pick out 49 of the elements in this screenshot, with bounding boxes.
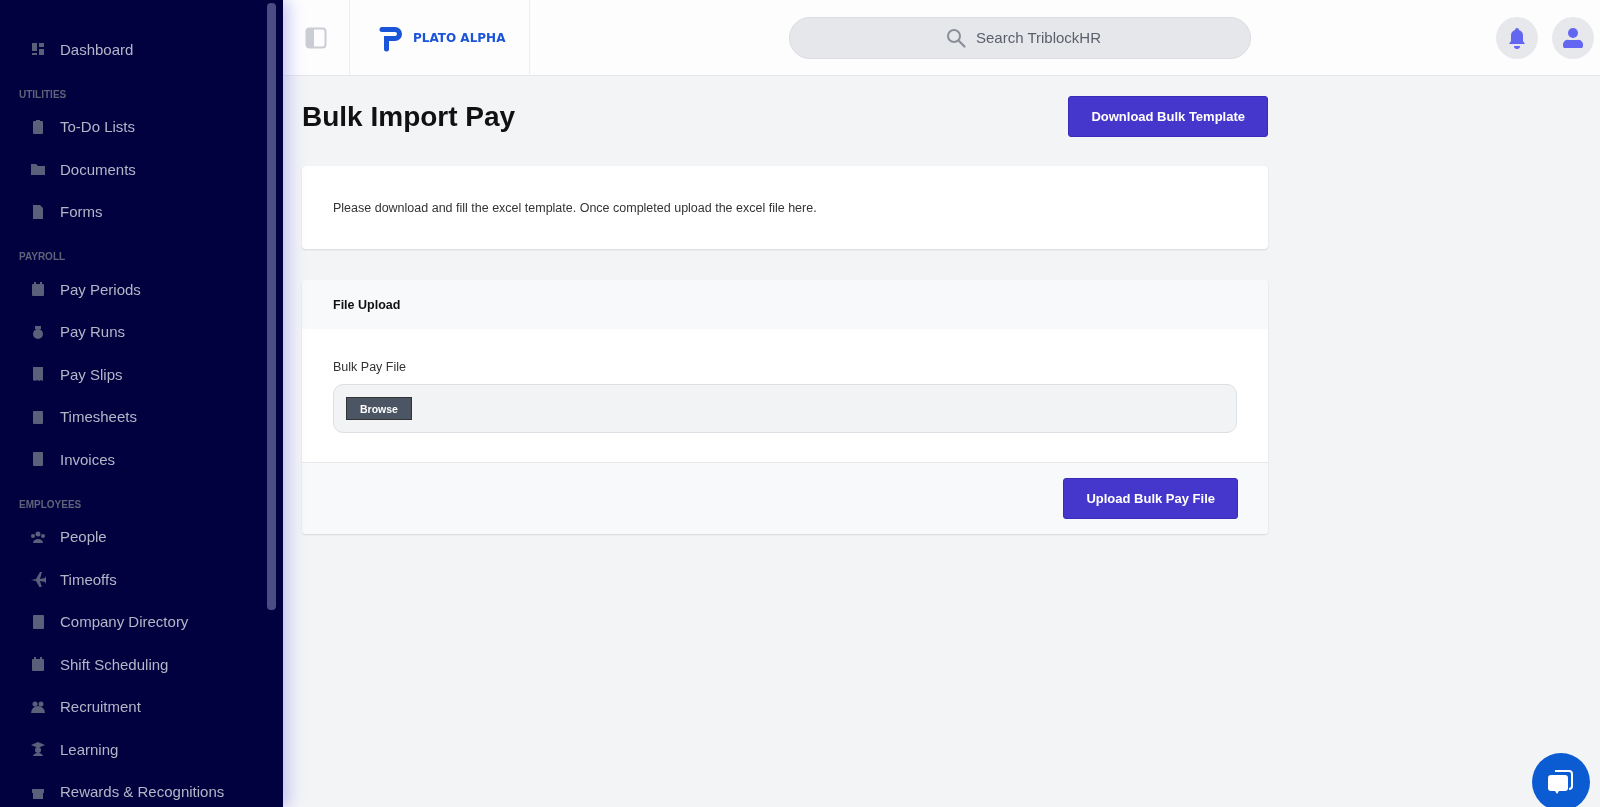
section-heading: UTILITIES bbox=[18, 87, 68, 102]
profile-button[interactable] bbox=[1552, 16, 1594, 59]
menu-item-icon bbox=[30, 451, 46, 468]
chat-button[interactable] bbox=[1532, 753, 1590, 807]
menu-item-icon bbox=[30, 161, 46, 178]
field-label: Bulk Pay File bbox=[333, 360, 407, 374]
sidebar-item[interactable]: Timeoffs bbox=[0, 558, 283, 601]
section-heading: PAYROLL bbox=[18, 250, 67, 264]
file-input-field[interactable]: Browse bbox=[333, 384, 1237, 433]
menu-item-icon bbox=[30, 613, 46, 630]
menu-item-icon bbox=[30, 366, 46, 383]
menu-item-icon bbox=[30, 741, 46, 758]
sidebar-item[interactable]: Timesheets bbox=[0, 395, 283, 438]
section-heading: EMPLOYEES bbox=[18, 497, 83, 512]
download-template-button[interactable]: Download Bulk Template bbox=[1068, 96, 1268, 137]
menu-item-icon bbox=[30, 118, 46, 135]
sidebar-item[interactable]: Forms bbox=[0, 190, 283, 233]
sidebar-item[interactable]: Recruitment bbox=[0, 685, 283, 728]
sidebar-item[interactable]: Documents bbox=[0, 148, 283, 191]
logo-text: PLATO ALPHA bbox=[413, 30, 506, 45]
sidebar-item[interactable]: Pay Runs bbox=[0, 310, 283, 353]
card-title: File Upload bbox=[333, 297, 401, 312]
menu-item-icon bbox=[30, 281, 46, 298]
sidebar-item[interactable]: Dashboard bbox=[0, 28, 283, 71]
notifications-button[interactable] bbox=[1496, 16, 1538, 59]
sidebar-item[interactable]: Shift Scheduling bbox=[0, 643, 283, 686]
bell-icon bbox=[1507, 26, 1527, 49]
menu-item-icon bbox=[30, 203, 46, 220]
sidebar-item[interactable]: To-Do Lists bbox=[0, 105, 283, 148]
page-title: Bulk Import Pay bbox=[302, 100, 516, 133]
sidebar-item[interactable]: Pay Periods bbox=[0, 268, 283, 311]
browse-button[interactable]: Browse bbox=[346, 397, 412, 420]
user-icon bbox=[1563, 26, 1583, 49]
scrollbar-thumb[interactable] bbox=[267, 3, 276, 610]
sidebar-item[interactable]: Learning bbox=[0, 728, 283, 771]
search-field[interactable]: Search TriblockHR bbox=[789, 16, 1251, 59]
sidebar-item[interactable]: Invoices bbox=[0, 438, 283, 481]
menu-item-icon bbox=[30, 41, 46, 58]
sidebar-item[interactable]: Company Directory bbox=[0, 600, 283, 643]
sidebar-toggle-icon[interactable] bbox=[305, 26, 327, 49]
sidebar-item[interactable]: Rewards & Recognitions bbox=[0, 770, 283, 807]
sidebar-item[interactable]: People bbox=[0, 515, 283, 558]
sidebar-item[interactable]: Pay Slips bbox=[0, 353, 283, 396]
upload-button[interactable]: Upload Bulk Pay File bbox=[1063, 478, 1238, 519]
menu-item-icon bbox=[30, 323, 46, 340]
instructions-text: Please download and fill the excel template. Once completed upload the excel file here. bbox=[333, 200, 817, 215]
menu-item-icon bbox=[30, 408, 46, 425]
menu-item-icon bbox=[30, 656, 46, 673]
search-icon bbox=[946, 27, 966, 48]
